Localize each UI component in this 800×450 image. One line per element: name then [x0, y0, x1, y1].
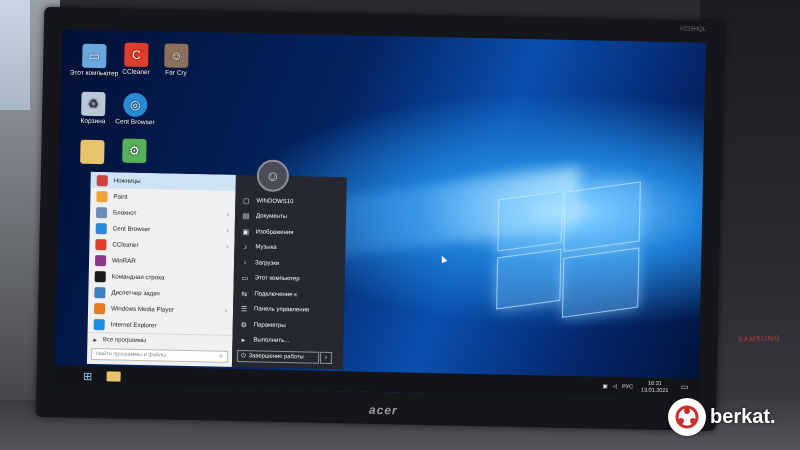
chevron-right-icon[interactable]: ›	[226, 227, 228, 234]
ie-icon	[93, 318, 105, 330]
start-program-label: Internet Explorer	[110, 320, 157, 329]
start-program-label: Ножницы	[113, 176, 141, 185]
folder-icon	[80, 139, 105, 165]
chevron-right-icon[interactable]: ›	[225, 307, 227, 314]
start-place-label: Панель управления	[254, 306, 310, 314]
paint-icon	[96, 190, 108, 202]
notepad-icon	[95, 206, 108, 218]
places-list: ▢ WINDOWS10 ▤ Документы ▣ Изображения ♪ Музыка ↓…	[232, 193, 346, 350]
all-programs-button[interactable]: ▸ Все программы	[87, 331, 233, 350]
monitor-bezel: V226HQL acer ▭ Этот компьютер C CCleaner…	[35, 6, 725, 432]
desktop-icon-cent-browser[interactable]: ◎ Cent Browser	[106, 92, 165, 127]
documents-icon: ▤	[242, 213, 250, 221]
desktop-icon-far-cry[interactable]: ☺ Far Cry	[147, 43, 206, 78]
user-avatar[interactable]: ☺	[256, 159, 290, 193]
cmd-icon	[94, 270, 106, 282]
user-folder-icon: ▢	[242, 197, 250, 206]
pictures-icon: ▣	[242, 228, 250, 237]
downloads-icon: ↓	[243, 259, 247, 267]
power-icon: ⏻	[241, 352, 246, 359]
wallpaper-logo-pane	[561, 247, 640, 318]
program-list: Ножницы Paint Блокнот › Cent Browser › CCleane…	[88, 171, 236, 335]
network-icon: ⇆	[241, 290, 248, 298]
start-place-label: Документы	[255, 213, 288, 221]
chevron-right-icon[interactable]: ›	[226, 243, 228, 250]
start-program-item[interactable]: Internet Explorer	[88, 316, 233, 335]
cent-browser-icon: ◎	[123, 92, 148, 118]
scissors-icon	[96, 174, 108, 186]
media-player-icon	[93, 302, 106, 314]
watermark-text: berkat.	[710, 405, 776, 428]
room-window	[0, 0, 30, 110]
folder-icon	[106, 371, 121, 382]
computer-icon: ▭	[241, 275, 249, 283]
right-device-label: SAMSUNG	[737, 335, 781, 344]
start-search-input[interactable]: Найти программы и файлы ⌕	[90, 347, 229, 363]
start-place-label: Загрузки	[254, 260, 280, 267]
start-button[interactable]: ⊞	[76, 368, 98, 384]
start-program-label: Командная строка	[111, 272, 165, 281]
run-icon: ▸	[241, 337, 246, 345]
start-place-label: Выполнить...	[253, 337, 290, 345]
language-indicator[interactable]: РУС	[622, 384, 633, 390]
watermark: berkat.	[668, 398, 776, 436]
start-program-label: Paint	[113, 192, 128, 201]
network-icon[interactable]: ▣	[602, 384, 607, 390]
settings-icon: ⚙	[240, 321, 247, 329]
arrow-right-icon: ▸	[93, 337, 97, 345]
monitor-model-label: V226HQL	[679, 26, 707, 33]
shutdown-button[interactable]: ⏻ Завершение работы	[236, 350, 320, 364]
desktop-screen[interactable]: ▭ Этот компьютер C CCleaner ☺ Far Cry ♻ …	[54, 29, 706, 399]
start-place-label: Изображения	[255, 229, 294, 236]
monitor-brand-logo: acer	[368, 402, 398, 418]
start-place-item[interactable]: ▸ Выполнить...	[232, 332, 343, 350]
taskbar-file-explorer[interactable]	[102, 368, 124, 384]
start-place-label: Подключение к	[254, 291, 297, 299]
start-program-label: WinRAR	[112, 256, 136, 265]
farcry-icon: ☺	[164, 43, 189, 68]
shutdown-options-button[interactable]: ›	[319, 351, 333, 365]
wallpaper-logo-pane	[497, 190, 563, 252]
computer-icon: ▭	[82, 43, 107, 69]
control-panel-icon: ☰	[240, 306, 248, 314]
cent-browser-icon	[95, 222, 107, 234]
winrar-icon	[94, 254, 107, 266]
start-program-label: Cent Browser	[112, 224, 151, 233]
chevron-right-icon[interactable]: ›	[227, 211, 229, 218]
start-menu-places-panel: ☺ ▢ WINDOWS10 ▤ Документы ▣ Изображения ♪ Музык…	[231, 159, 347, 370]
clock-date: 13.01.2021	[640, 387, 669, 395]
start-menu: Ножницы Paint Блокнот › Cent Browser › CCleane…	[86, 159, 347, 370]
start-place-label: WINDOWS10	[256, 198, 294, 205]
system-tray: ▣ ◁ РУС 16:31 13.01.2021	[597, 377, 668, 398]
search-icon: ⌕	[219, 352, 224, 360]
windows-logo-icon: ⊞	[82, 370, 93, 383]
desktop-icon-app[interactable]: ⚙	[105, 138, 164, 165]
task-manager-icon	[94, 286, 106, 298]
action-center-icon[interactable]: ▭	[681, 382, 689, 391]
start-program-label: CCleaner	[112, 240, 139, 249]
wallpaper-logo-pane	[563, 181, 641, 252]
app-icon: ⚙	[122, 138, 147, 164]
start-program-label: Блокнот	[113, 208, 137, 217]
start-place-label: Этот компьютер	[254, 275, 300, 283]
ccleaner-icon	[95, 238, 107, 250]
start-menu-programs-panel: Ножницы Paint Блокнот › Cent Browser › CCleane…	[86, 171, 236, 367]
start-program-label: Диспетчер задач	[111, 288, 160, 297]
mouse-cursor	[439, 254, 448, 264]
volume-icon[interactable]: ◁	[613, 384, 617, 390]
music-icon: ♪	[243, 243, 248, 251]
taskbar: ⊞ ▣ ◁ РУС 16:31 13.01.2021 ▭	[54, 365, 699, 399]
wallpaper-logo-pane	[496, 248, 562, 310]
start-place-label: Параметры	[253, 322, 286, 329]
start-place-label: Музыка	[255, 244, 277, 252]
ccleaner-icon: C	[124, 42, 149, 68]
recycle-bin-icon: ♻	[81, 91, 106, 117]
start-program-label: Windows Media Player	[110, 304, 175, 314]
watermark-logo-icon	[668, 398, 706, 436]
clock[interactable]: 16:31 13.01.2021	[641, 381, 669, 395]
user-icon: ☺	[265, 167, 281, 184]
